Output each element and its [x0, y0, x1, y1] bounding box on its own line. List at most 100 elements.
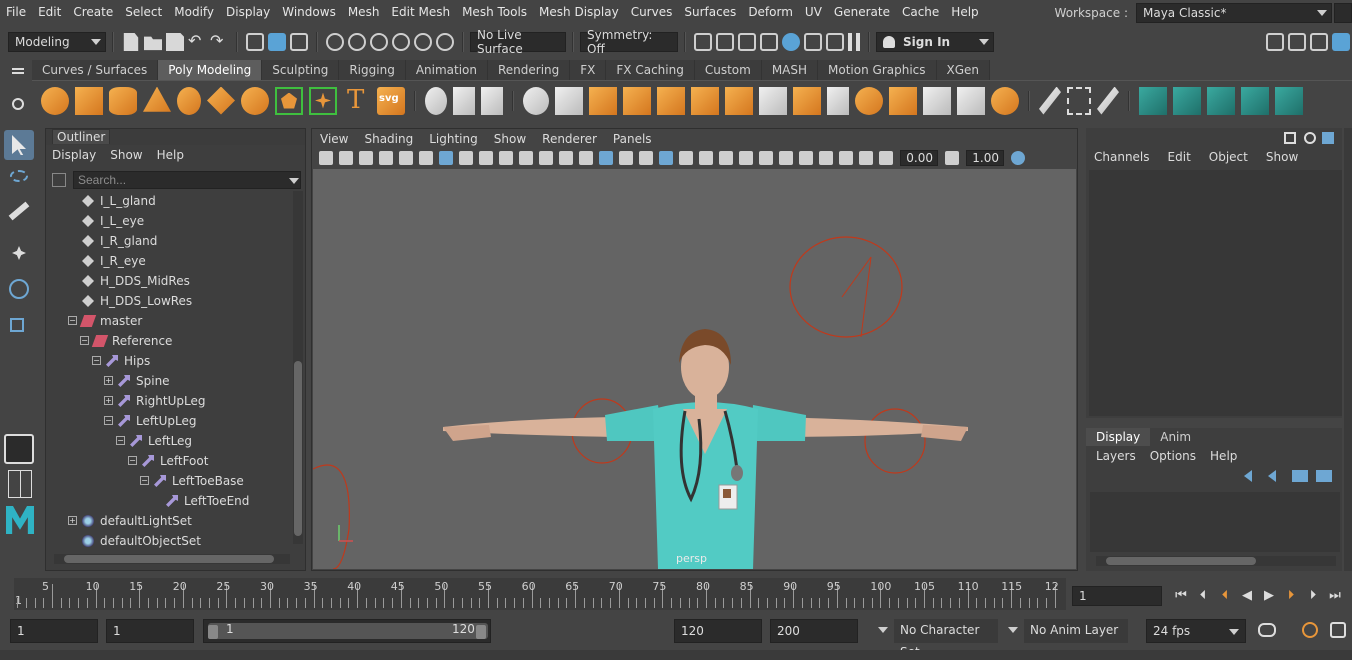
- outliner-horizontal-scrollbar[interactable]: [54, 554, 290, 564]
- new-layer-icon[interactable]: [1292, 470, 1308, 482]
- time-slider[interactable]: 1 5 10 15 20 25 30 35 40 45 50 55 60 65 70 75 80 85 90 95 1…: [14, 578, 1066, 610]
- select-object-icon[interactable]: [268, 33, 286, 51]
- rig-control-head[interactable]: [789, 236, 903, 338]
- play-forward-icon[interactable]: ▶: [1260, 588, 1278, 604]
- depth-of-field-icon[interactable]: [779, 151, 793, 165]
- exposure-field[interactable]: 0.00: [900, 150, 938, 166]
- viewport-menu-lighting[interactable]: Lighting: [429, 132, 478, 146]
- layer-menu-help[interactable]: Help: [1210, 449, 1237, 463]
- hypershade-icon[interactable]: [782, 33, 800, 51]
- wireframe-icon[interactable]: [579, 151, 593, 165]
- menu-mesh-tools[interactable]: Mesh Tools: [456, 1, 533, 23]
- workspace-menu-button[interactable]: [1334, 3, 1352, 23]
- channel-box-toggle-icon[interactable]: [1322, 132, 1334, 144]
- playback-end-field[interactable]: 120: [674, 619, 762, 643]
- soft-select-icon[interactable]: [991, 86, 1019, 115]
- character-model[interactable]: [443, 329, 968, 569]
- snap-curve-icon[interactable]: [348, 33, 366, 51]
- rig-control-left-arm[interactable]: [864, 408, 926, 474]
- spherical-map-icon[interactable]: [1241, 86, 1269, 115]
- camera-attributes-icon[interactable]: [339, 151, 353, 165]
- playback-start-field[interactable]: 1: [106, 619, 194, 643]
- menu-windows[interactable]: Windows: [276, 1, 342, 23]
- collapse-toggle[interactable]: −: [116, 436, 125, 445]
- step-forward-icon[interactable]: ⏵: [1304, 588, 1322, 604]
- merge-icon[interactable]: [827, 86, 849, 115]
- sculpt-icon[interactable]: [1039, 86, 1061, 115]
- exposure-icon[interactable]: [879, 151, 893, 165]
- frame-all-icon[interactable]: [859, 151, 873, 165]
- cylindrical-map-icon[interactable]: [1207, 86, 1235, 115]
- append-icon[interactable]: [623, 86, 651, 115]
- anim-layer-dropdown[interactable]: No Anim Layer: [1024, 619, 1128, 643]
- tab-custom[interactable]: Custom: [694, 60, 762, 80]
- single-view-layout-icon[interactable]: [4, 470, 34, 500]
- layer-menu-layers[interactable]: Layers: [1096, 449, 1136, 463]
- shelf-menu-icon[interactable]: [12, 68, 24, 70]
- menu-curves[interactable]: Curves: [625, 1, 679, 23]
- chevron-down-icon[interactable]: [1008, 627, 1018, 633]
- camera-icon[interactable]: [319, 151, 333, 165]
- grease-pencil-icon[interactable]: [399, 151, 413, 165]
- expand-toggle[interactable]: +: [68, 516, 77, 525]
- snap-grid-icon[interactable]: [326, 33, 344, 51]
- preferences-icon[interactable]: [1330, 622, 1346, 638]
- command-line[interactable]: [0, 650, 1352, 660]
- viewport-canvas[interactable]: persp: [313, 169, 1076, 569]
- render-view-icon[interactable]: [694, 33, 712, 51]
- snap-pivot-icon[interactable]: [436, 33, 454, 51]
- collapse-toggle[interactable]: −: [104, 416, 113, 425]
- 2d-pan-zoom-icon[interactable]: [419, 151, 433, 165]
- tree-node[interactable]: I_R_eye: [82, 251, 146, 271]
- side-tabs[interactable]: [1344, 128, 1352, 571]
- expand-toggle[interactable]: +: [104, 396, 113, 405]
- tab-fx[interactable]: FX: [570, 60, 607, 80]
- tree-node[interactable]: defaultObjectSet: [82, 531, 201, 551]
- new-scene-icon[interactable]: [123, 33, 139, 51]
- xray-icon[interactable]: [639, 151, 653, 165]
- workspace-dropdown[interactable]: Maya Classic*: [1136, 3, 1332, 23]
- channel-box-menu-channels[interactable]: Channels: [1094, 150, 1150, 164]
- field-chart-icon[interactable]: [519, 151, 533, 165]
- grid-icon[interactable]: [439, 151, 453, 165]
- collapse-toggle[interactable]: −: [80, 336, 89, 345]
- tree-node[interactable]: LeftLeg: [130, 431, 192, 451]
- safe-action-icon[interactable]: [539, 151, 553, 165]
- maya-logo-icon[interactable]: [4, 506, 34, 536]
- channel-box-icon[interactable]: [1332, 33, 1350, 51]
- rig-control-root[interactable]: [313, 464, 350, 569]
- light-editor-icon[interactable]: [826, 33, 844, 51]
- smooth-shade-icon[interactable]: [599, 151, 613, 165]
- search-options-icon[interactable]: [52, 173, 66, 187]
- triangulate-icon[interactable]: [957, 86, 985, 115]
- modeling-toolkit-icon[interactable]: [1266, 33, 1284, 51]
- menu-display[interactable]: Display: [220, 1, 276, 23]
- collapse-toggle[interactable]: −: [140, 476, 149, 485]
- range-slider-bar[interactable]: [208, 623, 488, 639]
- outliner-vertical-scrollbar[interactable]: [293, 191, 303, 544]
- scrollbar-thumb[interactable]: [294, 361, 302, 536]
- platonic-solid-icon[interactable]: [275, 86, 303, 115]
- make-hole-icon[interactable]: [691, 86, 719, 115]
- channel-box-menu-object[interactable]: Object: [1209, 150, 1248, 164]
- safe-title-icon[interactable]: [559, 151, 573, 165]
- ambient-occlusion-icon[interactable]: [719, 151, 733, 165]
- viewport-menu-view[interactable]: View: [320, 132, 348, 146]
- fps-dropdown[interactable]: 24 fps: [1146, 619, 1246, 643]
- snap-view-icon[interactable]: [392, 33, 410, 51]
- menu-modify[interactable]: Modify: [168, 1, 220, 23]
- tree-node[interactable]: defaultLightSet: [82, 511, 192, 531]
- select-tool-icon[interactable]: [4, 130, 34, 160]
- tab-fx-caching[interactable]: FX Caching: [606, 60, 695, 80]
- channel-box-settings-icon[interactable]: [1304, 132, 1316, 144]
- collapse-toggle[interactable]: −: [68, 316, 77, 325]
- channel-box-layout-icon[interactable]: [1284, 132, 1296, 144]
- auto-key-icon[interactable]: [1302, 622, 1318, 638]
- move-layer-up-icon[interactable]: [1244, 470, 1252, 482]
- tab-curves-surfaces[interactable]: Curves / Surfaces: [32, 60, 159, 80]
- bridge-icon[interactable]: [523, 86, 549, 115]
- menu-edit-mesh[interactable]: Edit Mesh: [385, 1, 456, 23]
- tree-node[interactable]: H_DDS_MidRes: [82, 271, 190, 291]
- anti-aliasing-icon[interactable]: [759, 151, 773, 165]
- motion-blur-icon[interactable]: [739, 151, 753, 165]
